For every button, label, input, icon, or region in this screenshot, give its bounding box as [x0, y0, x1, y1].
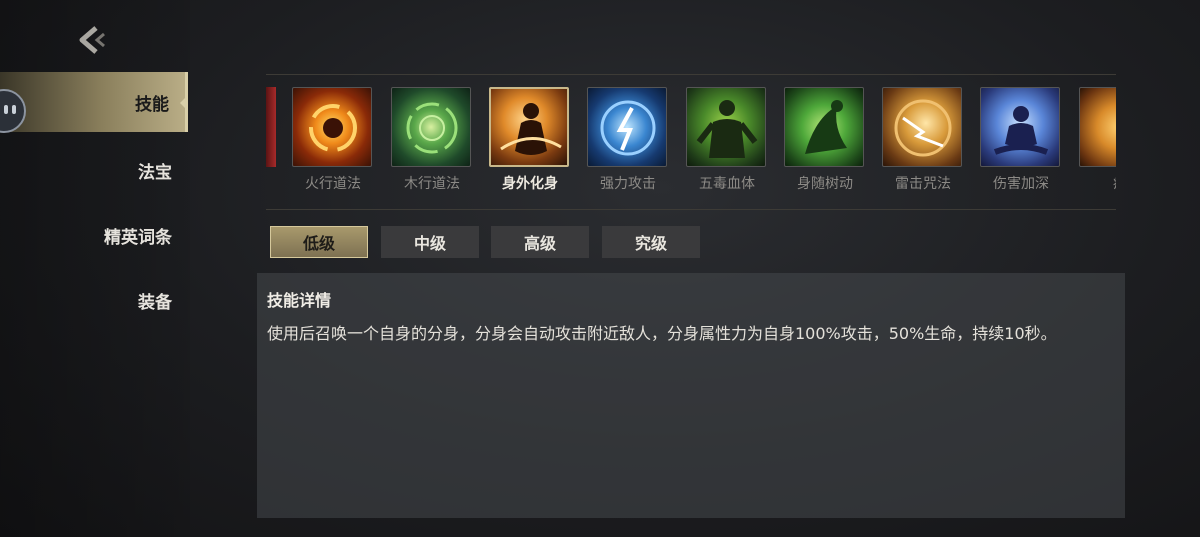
sidebar-item-skills[interactable]: 技能 — [0, 72, 188, 132]
tab-label: 中级 — [413, 234, 446, 253]
tab-mid-tier[interactable]: 中级 — [381, 226, 479, 258]
thunder-spell-icon — [882, 87, 962, 167]
detail-title: 技能详情 — [267, 291, 332, 310]
sidebar-item-label: 法宝 — [138, 162, 172, 183]
skill-item[interactable]: 五毒血体 — [686, 87, 768, 193]
skill-item[interactable]: 火行道法 — [292, 87, 374, 193]
skill-item[interactable]: 身外化身 — [489, 87, 571, 193]
sidebar-item-label: 装备 — [138, 292, 172, 313]
skill-name: 身随树动 — [797, 176, 853, 192]
sidebar-item-label: 技能 — [135, 94, 169, 115]
skill-item[interactable]: 雷击咒法 — [882, 87, 964, 193]
tab-low-tier[interactable]: 低级 — [270, 226, 368, 258]
tab-label: 高级 — [523, 234, 556, 253]
skill-item[interactable]: 身随树动 — [784, 87, 866, 193]
skill-item[interactable]: 伤害加深 — [980, 87, 1062, 193]
meditating-figure-icon — [980, 87, 1060, 167]
skill-name: 雷击咒法 — [895, 176, 951, 192]
selected-indicator-icon — [180, 96, 187, 110]
sidebar-item-treasure[interactable]: 法宝 — [0, 140, 188, 200]
poison-body-icon — [686, 87, 766, 167]
skill-name: 火行道法 — [305, 176, 361, 192]
tab-ultimate-tier[interactable]: 究级 — [602, 226, 700, 258]
skill-list[interactable]: 火行道法 木行道法 身外化身 强力攻击 五毒血体 身随树动 雷击咒法 伤害加深 — [266, 74, 1116, 210]
skill-item[interactable]: 木行道法 — [391, 87, 473, 193]
tree-figure-icon — [784, 87, 864, 167]
sidebar: 技能 法宝 精英词条 装备 — [0, 0, 190, 537]
skill-item[interactable]: 强力攻击 — [587, 87, 669, 193]
fire-vortex-icon — [292, 87, 372, 167]
clone-figure-icon — [489, 87, 569, 167]
lightning-rune-icon — [587, 87, 667, 167]
tab-label: 低级 — [302, 234, 335, 253]
sidebar-item-label: 精英词条 — [104, 227, 172, 248]
skill-name: 木行道法 — [404, 176, 460, 192]
sidebar-item-elite-affix[interactable]: 精英词条 — [0, 205, 188, 265]
wood-vortex-icon — [391, 87, 471, 167]
skill-name: 身外化身 — [502, 176, 558, 192]
partial-skill-icon[interactable] — [266, 87, 276, 167]
skill-name: 强力攻击 — [600, 176, 656, 192]
tab-high-tier[interactable]: 高级 — [491, 226, 589, 258]
skill-name: 疾 — [1079, 173, 1116, 193]
skill-name: 五毒血体 — [699, 176, 755, 192]
sidebar-item-equipment[interactable]: 装备 — [0, 270, 188, 330]
skill-detail-panel: 技能详情 使用后召唤一个自身的分身，分身会自动攻击附近敌人，分身属性力为自身10… — [257, 273, 1125, 518]
swift-icon — [1079, 87, 1116, 167]
skill-name: 伤害加深 — [993, 176, 1049, 192]
skill-item[interactable]: 疾 — [1079, 87, 1116, 193]
tab-label: 究级 — [634, 234, 667, 253]
detail-description: 使用后召唤一个自身的分身，分身会自动攻击附近敌人，分身属性力为自身100%攻击，… — [267, 324, 1057, 343]
